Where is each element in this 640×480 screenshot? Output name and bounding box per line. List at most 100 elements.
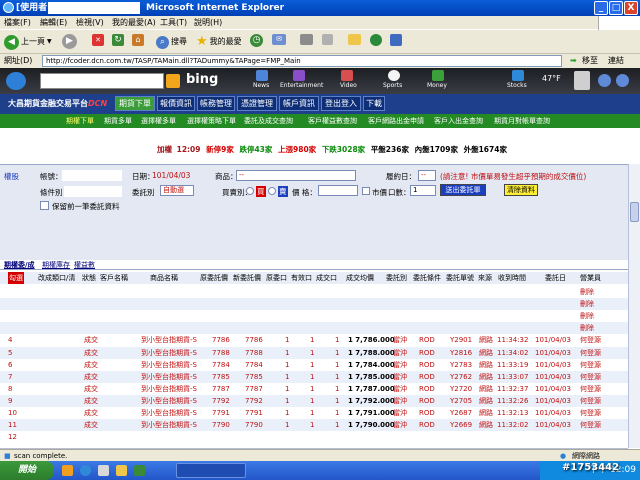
subnav-futures-multi[interactable]: 期貨多單 [104, 114, 132, 128]
print-button[interactable] [300, 34, 313, 45]
quicklaunch-icon[interactable] [62, 465, 73, 476]
search-button[interactable]: ⌕ 搜尋 [156, 34, 187, 50]
row-sales[interactable]: 刪除 [580, 286, 594, 298]
avatar[interactable] [574, 71, 590, 90]
nav-accounting[interactable]: 帳務管理 [197, 96, 235, 111]
buy-radio[interactable] [246, 187, 254, 195]
folder-icon[interactable] [116, 465, 127, 476]
address-input[interactable]: http://fcoder.dcn.com.tw/TASP/TAMain.dll… [42, 55, 562, 67]
minimize-button[interactable]: _ [594, 1, 608, 15]
home-button[interactable]: ⌂ [132, 34, 144, 46]
table-row[interactable]: 8 成交 到小型台指期貨-S 7787 7787 1 1 1 1 7,787.000 當沖 ROD Y… [0, 383, 628, 395]
help-icon[interactable] [598, 74, 611, 87]
history-button[interactable]: ◷ [250, 34, 263, 47]
favorites-button[interactable]: ★ 我的最愛 [196, 34, 242, 50]
price-input[interactable] [318, 185, 358, 196]
product-select[interactable]: -- [236, 170, 356, 181]
sell-radio[interactable] [268, 187, 276, 195]
row-sales[interactable]: 何登源 [580, 419, 601, 431]
table-row[interactable]: 刪除 [0, 310, 628, 322]
forward-button[interactable]: ▶ [62, 34, 77, 49]
row-sales[interactable]: 刪除 [580, 322, 594, 334]
tab-orders[interactable]: 期權委/成 [4, 260, 35, 270]
subnav-option-order[interactable]: 期權下單 [66, 114, 94, 128]
research-button[interactable] [390, 34, 402, 46]
menu-file[interactable]: 檔案(F) [4, 16, 31, 29]
bing-news[interactable]: News [253, 82, 269, 89]
bing-search-input[interactable] [40, 73, 164, 89]
subnav-options-multi[interactable]: 選擇權多單 [141, 114, 176, 128]
table-row[interactable]: 7 成交 到小型台指期貨-S 7785 7785 1 1 1 1 7,785.000 當沖 ROD Y… [0, 370, 628, 383]
row-sales[interactable]: 何登源 [580, 395, 601, 407]
start-button[interactable]: 開始 [0, 461, 54, 480]
folder-button[interactable] [348, 34, 361, 45]
nav-download[interactable]: 下載 [363, 96, 385, 111]
bing-money[interactable]: Money [427, 82, 447, 89]
settings-icon[interactable] [616, 74, 629, 87]
back-button[interactable]: ◀ 上一頁 ▼ [4, 34, 52, 50]
nav-quotes[interactable]: 報價資訊 [157, 96, 195, 111]
row-sales[interactable]: 何登源 [580, 371, 601, 383]
stop-button[interactable]: ✕ [92, 34, 104, 46]
tab-inventory[interactable]: 期權庫存 [42, 260, 70, 270]
nav-logout[interactable]: 登出登入 [321, 96, 361, 111]
ie-quicklaunch-icon[interactable] [80, 465, 91, 476]
condition-field[interactable] [64, 186, 122, 197]
edit-button[interactable] [322, 34, 333, 45]
table-row[interactable]: 刪除 [0, 322, 628, 335]
table-row[interactable]: 11 成交 到小型台指期貨-S 7790 7790 1 1 1 1 7,790.000 當沖 ROD… [0, 419, 628, 432]
scroll-thumb[interactable] [630, 202, 639, 222]
nav-certificate[interactable]: 憑證管理 [237, 96, 277, 111]
mail-button[interactable]: ✉ [272, 34, 286, 45]
subnav-deposit-query[interactable]: 客戶入出金查詢 [434, 114, 483, 128]
table-row[interactable]: 10 成交 到小型台指期貨-S 7791 7791 1 1 1 1 7,791.000 當沖 ROD… [0, 407, 628, 419]
subnav-order-query[interactable]: 委託及成交查詢 [244, 114, 293, 128]
subnav-strategy-order[interactable]: 選擇權策略下單 [187, 114, 236, 128]
row-sales[interactable]: 何登源 [580, 334, 601, 346]
row-sales[interactable]: 刪除 [580, 298, 594, 310]
bing-stocks[interactable]: Stocks [507, 82, 527, 89]
row-sales[interactable]: 刪除 [580, 310, 594, 322]
table-row[interactable]: 刪除 [0, 286, 628, 298]
go-button[interactable]: 移至 [582, 54, 598, 68]
taskbar-ie-window[interactable] [176, 463, 246, 478]
bing-video[interactable]: Video [340, 82, 357, 89]
market-checkbox[interactable] [362, 187, 370, 195]
submit-order-button[interactable]: 送出委託單 [440, 184, 486, 196]
row-sales[interactable]: 何登源 [580, 347, 601, 359]
account-field[interactable] [62, 170, 122, 181]
table-row[interactable]: 6 成交 到小型台指期貨-S 7784 7784 1 1 1 1 7,784.000 當沖 ROD Y… [0, 359, 628, 371]
expiry-select[interactable]: -- [418, 170, 436, 181]
clear-button[interactable]: 清除資料 [504, 184, 538, 196]
refresh-button[interactable]: ↻ [112, 34, 124, 46]
nav-account-info[interactable]: 帳戶資訊 [279, 96, 319, 111]
table-row[interactable]: 刪除 [0, 298, 628, 311]
messenger-button[interactable] [370, 34, 382, 46]
menu-view[interactable]: 檢視(V) [76, 16, 104, 29]
subnav-withdraw-apply[interactable]: 客戶網路出金申請 [368, 114, 424, 128]
vertical-scrollbar[interactable] [628, 164, 640, 448]
row-sales[interactable]: 何登源 [580, 383, 601, 395]
qty-input[interactable]: 1 [410, 185, 436, 196]
maximize-button[interactable]: □ [609, 1, 623, 15]
bing-sports[interactable]: Sports [383, 82, 402, 89]
app-icon[interactable] [134, 465, 145, 476]
table-row[interactable]: 9 成交 到小型台指期貨-S 7792 7792 1 1 1 1 7,792.000 當沖 ROD Y… [0, 394, 628, 407]
bing-entertainment[interactable]: Entertainment [280, 82, 323, 89]
menu-favorites[interactable]: 我的最愛(A) [112, 16, 156, 29]
nav-futures-order[interactable]: 期貨下單 [115, 96, 155, 111]
menu-edit[interactable]: 編輯(E) [40, 16, 67, 29]
table-row[interactable]: 5 成交 到小型台指期貨-S 7788 7788 1 1 1 1 7,788.000 當沖 ROD Y… [0, 346, 628, 359]
links-button[interactable]: 連結 [608, 54, 624, 68]
subnav-equity-query[interactable]: 客戶權益數查詢 [308, 114, 357, 128]
subnav-monthly-statement[interactable]: 期貨月對帳單查詢 [494, 114, 550, 128]
menu-tools[interactable]: 工具(T) [160, 16, 187, 29]
row-sales[interactable]: 何登源 [580, 407, 601, 419]
order-type-select[interactable]: 自動選 [160, 185, 194, 196]
menu-help[interactable]: 說明(H) [194, 16, 222, 29]
tab-equity[interactable]: 權益數 [74, 260, 95, 270]
table-row[interactable]: 4 成交 到小型台指期貨-S 7786 7786 1 1 1 1 7,786.000 當沖 ROD Y… [0, 334, 628, 346]
table-row[interactable]: 12 [0, 431, 628, 443]
bing-search-icon[interactable] [166, 74, 180, 88]
keep-checkbox[interactable] [40, 201, 49, 210]
